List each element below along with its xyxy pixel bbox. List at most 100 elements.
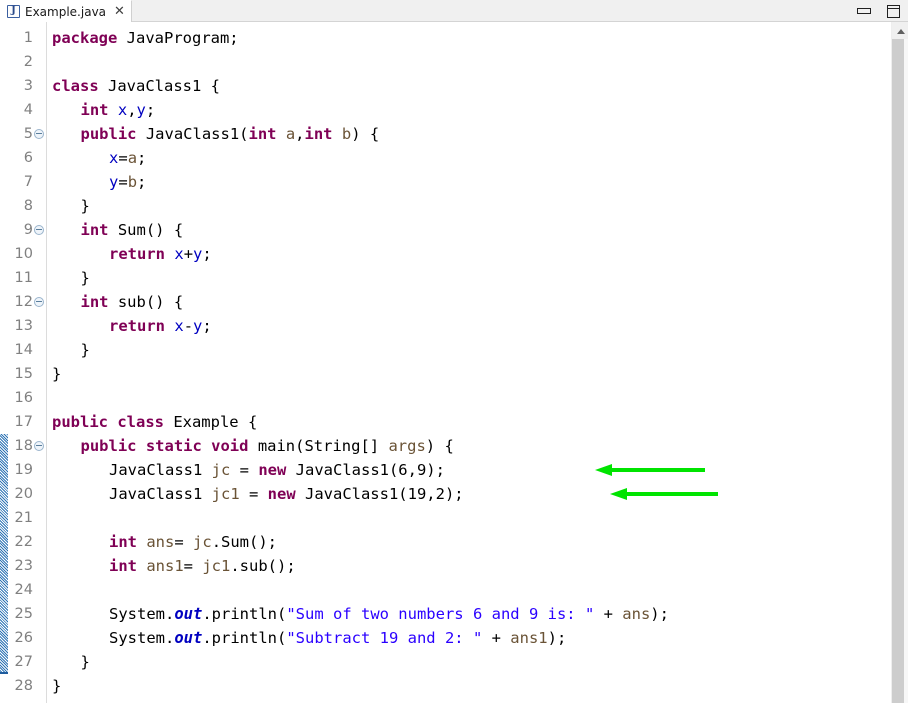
token-pln: }: [80, 197, 90, 215]
token-pln: .sub();: [230, 557, 296, 575]
code-line[interactable]: 18 public static void main(String[] args)…: [0, 434, 908, 458]
code-line[interactable]: 19 JavaClass1 jc = new JavaClass1(6,9);: [0, 458, 908, 482]
token-fld: x: [174, 317, 184, 335]
token-kw: public static void: [80, 437, 249, 455]
vertical-scroll-thumb[interactable]: [892, 39, 904, 703]
token-pln: JavaClass1(6,9);: [286, 461, 445, 479]
code-line[interactable]: 2: [0, 50, 908, 74]
token-loc: jc1: [211, 485, 240, 503]
code-line[interactable]: 22 int ans= jc.Sum();: [0, 530, 908, 554]
code-text: }: [81, 338, 90, 362]
minimize-button[interactable]: [856, 3, 872, 19]
code-line[interactable]: 15}: [0, 362, 908, 386]
token-pln: ,: [127, 101, 137, 119]
token-loc: ans1: [510, 629, 548, 647]
arrow-line-20: [610, 486, 718, 502]
code-line[interactable]: 7 y=b;: [0, 170, 908, 194]
line-number: 24: [14, 582, 33, 598]
line-number: 18: [14, 438, 33, 454]
code-text: class JavaClass1 {: [52, 74, 220, 98]
token-kw: return: [109, 245, 165, 263]
token-loc: a: [127, 149, 138, 167]
token-pln: ;: [145, 101, 156, 119]
code-editor-area[interactable]: 1 package JavaProgram; 2 3 class JavaClass1 …: [0, 22, 908, 703]
code-text: int ans1= jc1.sub();: [109, 554, 296, 578]
code-line[interactable]: 10 return x+y;: [0, 242, 908, 266]
token-loc: b: [341, 125, 352, 143]
line-number: 28: [14, 678, 33, 694]
token-pln: [137, 533, 146, 551]
token-pln: +: [183, 245, 194, 263]
code-line[interactable]: 1 package JavaProgram;: [0, 26, 908, 50]
code-line[interactable]: 6 x=a;: [0, 146, 908, 170]
code-text: JavaClass1 jc1 = new JavaClass1(19,2);: [109, 482, 464, 506]
token-kw: package: [52, 29, 118, 47]
code-line[interactable]: 14}: [0, 338, 908, 362]
code-line[interactable]: 21: [0, 506, 908, 530]
code-line[interactable]: 13 return x-y;: [0, 314, 908, 338]
token-pln: ) {: [425, 437, 454, 455]
token-fld: x: [109, 149, 119, 167]
token-pln: JavaClass1 {: [98, 77, 220, 95]
code-line[interactable]: 23 int ans1= jc1.sub();: [0, 554, 908, 578]
code-line[interactable]: 3 class JavaClass1 {: [0, 74, 908, 98]
code-line[interactable]: 25 System.out.println("Sum of two numbers…: [0, 602, 908, 626]
code-text: }: [81, 266, 90, 290]
scroll-up-icon[interactable]: [892, 22, 908, 39]
token-stat: out: [174, 605, 203, 623]
code-line[interactable]: 11}: [0, 266, 908, 290]
code-line[interactable]: 28}: [0, 674, 908, 698]
line-number: 8: [23, 198, 33, 214]
token-loc: ans: [146, 533, 175, 551]
code-text: System.out.println("Subtract 19 and 2: "…: [109, 626, 566, 650]
token-pln: );: [547, 629, 567, 647]
code-line[interactable]: 27}: [0, 650, 908, 674]
java-file-icon: J: [7, 5, 20, 18]
code-line[interactable]: 5 public JavaClass1(int a,int b) {: [0, 122, 908, 146]
code-line[interactable]: 16: [0, 386, 908, 410]
fold-collapse-icon[interactable]: [34, 129, 44, 139]
line-number: 4: [23, 102, 33, 118]
token-pln: [109, 101, 118, 119]
code-line[interactable]: 17 public class Example {: [0, 410, 908, 434]
vertical-scrollbar[interactable]: [891, 22, 908, 703]
token-pln: JavaClass1(: [136, 125, 249, 143]
token-kw: class: [52, 77, 99, 95]
token-fld: x: [117, 101, 128, 119]
token-pln: }: [80, 653, 90, 671]
fold-collapse-icon[interactable]: [34, 297, 44, 307]
code-line[interactable]: 26 System.out.println("Subtract 19 and 2:…: [0, 626, 908, 650]
token-pln: sub() {: [108, 293, 184, 311]
code-line[interactable]: 12 int sub() {: [0, 290, 908, 314]
token-pln: JavaProgram;: [117, 29, 239, 47]
code-line[interactable]: 20 JavaClass1 jc1 = new JavaClass1(19,2);: [0, 482, 908, 506]
code-line[interactable]: 24: [0, 578, 908, 602]
code-line[interactable]: 4 int x,y;: [0, 98, 908, 122]
line-number: 22: [14, 534, 33, 550]
maximize-button[interactable]: [886, 3, 902, 19]
token-pln: ;: [202, 317, 212, 335]
editor-tab-example-java[interactable]: J Example.java ✕: [0, 0, 132, 22]
line-number: 11: [14, 270, 33, 286]
token-kw: int: [109, 533, 137, 551]
token-pln: ) {: [351, 125, 380, 143]
code-text: return x+y;: [109, 242, 212, 266]
fold-collapse-icon[interactable]: [34, 441, 44, 451]
code-text: int x,y;: [81, 98, 156, 122]
token-fld: y: [193, 317, 203, 335]
token-pln: ;: [137, 173, 147, 191]
code-line[interactable]: 9 int Sum() {: [0, 218, 908, 242]
line-number: 9: [23, 222, 33, 238]
token-fld: y: [136, 101, 146, 119]
token-kw: public: [80, 125, 137, 143]
line-number: 23: [14, 558, 33, 574]
close-icon[interactable]: ✕: [114, 5, 125, 18]
token-pln: =: [118, 149, 128, 167]
code-line[interactable]: 8}: [0, 194, 908, 218]
token-kw: new: [267, 485, 296, 503]
fold-collapse-icon[interactable]: [34, 225, 44, 235]
code-text: System.out.println("Sum of two numbers 6…: [109, 602, 669, 626]
line-number: 10: [14, 246, 33, 262]
token-kw: public class: [52, 413, 164, 431]
token-pln: =: [183, 557, 203, 575]
